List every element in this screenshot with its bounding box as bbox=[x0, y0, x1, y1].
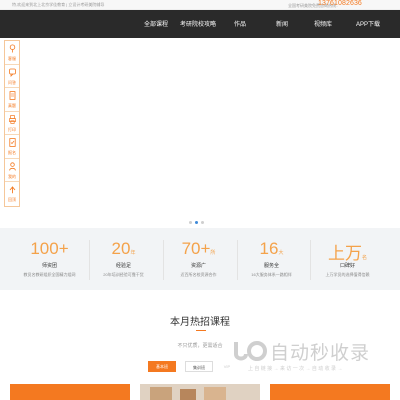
carousel-dot-active[interactable] bbox=[195, 221, 198, 224]
watermark-logo-icon bbox=[234, 341, 267, 361]
course-card[interactable] bbox=[10, 384, 130, 400]
stat-resources: 70+所 资源广 近百所名校资源合作 bbox=[165, 228, 232, 290]
chat-icon bbox=[9, 68, 16, 77]
sidebar-item-exam[interactable]: 真题 bbox=[5, 88, 19, 112]
sidebar-item-qa[interactable]: 问答 bbox=[5, 65, 19, 88]
arrow-up-icon bbox=[9, 186, 16, 194]
stat-description: 20年培训经验可靠干货 bbox=[103, 272, 144, 277]
carousel-dot[interactable] bbox=[189, 221, 192, 224]
stat-number: 70+所 bbox=[181, 239, 216, 258]
hero-banner bbox=[0, 38, 400, 228]
document-icon bbox=[9, 91, 16, 100]
stat-number: 20年 bbox=[111, 239, 136, 258]
nav-item-app-download[interactable]: APP下载 bbox=[356, 19, 380, 28]
nav-item-all-courses[interactable]: 全部课程 bbox=[144, 19, 168, 28]
watermark-text: 自动秒收录 bbox=[270, 343, 371, 364]
course-card[interactable] bbox=[140, 384, 260, 400]
stat-label: 经验足 bbox=[115, 263, 131, 269]
section-title-hot-courses: 本月热招课程 bbox=[170, 317, 230, 328]
nav-item-news[interactable]: 新闻 bbox=[276, 19, 288, 28]
stat-label: 师资团 bbox=[41, 263, 57, 269]
user-icon bbox=[9, 161, 16, 171]
stat-description: 近百所名校资源合作 bbox=[180, 272, 217, 277]
course-card[interactable] bbox=[270, 384, 390, 400]
watermark: 自动秒收录 上 自 链 接 → 来 访 一 次 → 自 动 收 录 → bbox=[230, 338, 390, 378]
stat-label: 口碑好 bbox=[339, 263, 355, 269]
welcome-text: 特,欢迎来到北上北京学佳教育 | 立设计考研美院辅导 bbox=[12, 2, 105, 7]
sidebar-item-profile[interactable]: 我的 bbox=[5, 159, 19, 182]
sidebar-item-label: 真题 bbox=[8, 103, 16, 108]
stat-label: 资源广 bbox=[190, 263, 206, 269]
stat-teachers: 100+ 师资团 教员名教研组织全国精力组网 bbox=[16, 228, 83, 290]
hotline-phone[interactable]: 13761082636 bbox=[318, 0, 362, 7]
sidebar-item-signup[interactable]: 报名 bbox=[5, 135, 19, 159]
sidebar-item-label: 我的 bbox=[8, 173, 16, 179]
sidebar-item-label: 报名 bbox=[8, 150, 16, 155]
top-utility-bar: 特,欢迎来到北上北京学佳教育 | 立设计考研美院辅导 全国考研美院免费咨询热线：… bbox=[0, 0, 400, 10]
stat-description: 16大服务体系一路相伴 bbox=[251, 272, 292, 277]
stat-description: 教员名教研组织全国精力组网 bbox=[23, 272, 76, 277]
nav-item-works[interactable]: 作品 bbox=[234, 19, 246, 28]
carousel-dot[interactable] bbox=[201, 221, 204, 224]
stat-description: 上万学员的选择值得信赖 bbox=[325, 272, 370, 277]
main-navigation: 全部课程 考研院校攻略 作品 新闻 视频库 APP下载 bbox=[0, 10, 400, 38]
stat-number: 上万名 bbox=[327, 244, 367, 263]
sidebar-item-label: 回顶 bbox=[8, 197, 16, 202]
stat-divider bbox=[310, 240, 311, 280]
tab-intensive-class[interactable]: 集训班 bbox=[185, 361, 213, 372]
sidebar-item-service[interactable]: 客服 bbox=[5, 41, 19, 65]
headset-icon bbox=[9, 44, 16, 53]
sidebar-item-label: 打印 bbox=[8, 126, 16, 132]
stat-experience: 20年 经验足 20年培训经验可靠干货 bbox=[90, 228, 157, 290]
stat-label: 服务全 bbox=[263, 263, 279, 269]
floating-sidebar: 客服 问答 真题 打印 报名 我的 回顶 bbox=[4, 40, 20, 207]
sidebar-item-label: 客服 bbox=[8, 56, 16, 61]
sidebar-item-label: 问答 bbox=[8, 79, 16, 85]
sidebar-item-print[interactable]: 打印 bbox=[5, 112, 19, 135]
section-title-underline bbox=[196, 330, 206, 331]
stat-number: 16大 bbox=[259, 239, 284, 258]
nav-item-school-guide[interactable]: 考研院校攻略 bbox=[180, 19, 216, 28]
stat-reputation: 上万名 口碑好 上万学员的选择值得信赖 bbox=[314, 228, 381, 290]
stat-number: 100+ bbox=[30, 239, 69, 258]
stats-band: 100+ 师资团 教员名教研组织全国精力组网 20年 经验足 20年培训经验可靠… bbox=[0, 228, 400, 290]
sidebar-item-back-to-top[interactable]: 回顶 bbox=[5, 182, 19, 206]
print-icon bbox=[9, 114, 16, 124]
nav-item-video-library[interactable]: 视频库 bbox=[314, 19, 332, 28]
watermark-subtext: 上 自 链 接 → 来 访 一 次 → 自 动 收 录 → bbox=[248, 366, 343, 372]
tab-basic-class[interactable]: 基本班 bbox=[148, 361, 176, 372]
stat-divider bbox=[163, 240, 164, 280]
stat-services: 16大 服务全 16大服务体系一路相伴 bbox=[238, 228, 305, 290]
form-icon bbox=[9, 138, 16, 147]
